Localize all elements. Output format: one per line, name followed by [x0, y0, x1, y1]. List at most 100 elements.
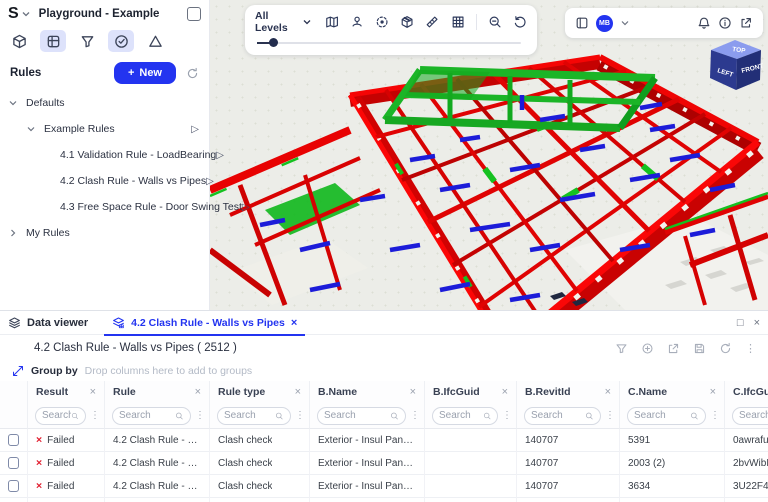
- app-logo[interactable]: S: [8, 5, 19, 23]
- section-cube-icon[interactable]: [400, 14, 414, 30]
- tab-clash-rule[interactable]: 4.2 Clash Rule - Walls vs Pipes ×: [104, 311, 305, 335]
- refresh-icon[interactable]: [719, 342, 732, 355]
- table-row[interactable]: ×Failed 4.2 Clash Rule - Walls vs... Cla…: [0, 452, 768, 475]
- column-header-rule-type[interactable]: Rule type×: [210, 381, 310, 403]
- table-row[interactable]: ×Failed 4.2 Clash Rule - Walls vs... Cla…: [0, 429, 768, 452]
- run-rule-icon[interactable]: ▷: [206, 176, 214, 187]
- column-menu-icon[interactable]: ⋮: [90, 410, 100, 421]
- column-header-c-ifcguid[interactable]: C.IfcGuid×: [725, 381, 768, 403]
- reset-view-icon[interactable]: [513, 14, 527, 30]
- navigation-cube[interactable]: TOP LEFT FRONT: [706, 38, 766, 100]
- remove-column-icon[interactable]: ×: [90, 386, 96, 398]
- tree-item-rule-41[interactable]: 4.1 Validation Rule - LoadBearing ▷: [0, 142, 209, 168]
- viewport-toolbar: All Levels: [245, 5, 537, 55]
- new-rule-label: New: [139, 67, 162, 79]
- tree-item-rule-42[interactable]: 4.2 Clash Rule - Walls vs Pipes ▷: [0, 168, 209, 194]
- remove-column-icon[interactable]: ×: [195, 386, 201, 398]
- add-circle-icon[interactable]: [641, 342, 654, 355]
- column-header-b-revitid[interactable]: B.RevitId ×: [517, 381, 620, 403]
- collapse-panel-icon[interactable]: [187, 7, 201, 21]
- remove-column-icon[interactable]: ×: [295, 386, 301, 398]
- remove-column-icon[interactable]: ×: [710, 386, 716, 398]
- column-label: B.RevitId: [525, 386, 571, 398]
- info-icon[interactable]: [718, 16, 732, 30]
- search-pill: [317, 407, 406, 425]
- column-menu-icon[interactable]: ⋮: [605, 410, 615, 421]
- tree-item-my-rules[interactable]: My Rules: [0, 220, 209, 246]
- new-rule-button[interactable]: + New: [114, 62, 176, 84]
- chevron-down-icon[interactable]: [21, 9, 31, 19]
- maximize-panel-icon[interactable]: □: [737, 317, 744, 329]
- layout-tab-button[interactable]: [40, 30, 66, 52]
- zoom-icon[interactable]: [488, 14, 502, 30]
- row-checkbox[interactable]: [8, 457, 19, 469]
- column-menu-icon[interactable]: ⋮: [195, 410, 205, 421]
- search-icon: [390, 411, 399, 421]
- slider-track[interactable]: [257, 42, 521, 44]
- column-header-b-name[interactable]: B.Name×: [310, 381, 425, 403]
- more-options-icon[interactable]: ⋮: [745, 342, 756, 355]
- column-label: Result: [36, 386, 68, 398]
- search-input-b-name[interactable]: [324, 410, 390, 421]
- filter-tab-button[interactable]: [74, 30, 100, 52]
- slider-handle[interactable]: [269, 38, 278, 47]
- save-icon[interactable]: [693, 342, 706, 355]
- column-menu-icon[interactable]: ⋮: [710, 410, 720, 421]
- focus-icon[interactable]: [375, 14, 389, 30]
- c-name-value: 5391: [628, 435, 650, 446]
- column-menu-icon[interactable]: ⋮: [410, 410, 420, 421]
- column-header-result[interactable]: Result ×: [28, 381, 105, 403]
- close-panel-icon[interactable]: ×: [754, 317, 760, 329]
- filter-icon[interactable]: [615, 342, 628, 355]
- search-input-b-revitid[interactable]: [531, 410, 585, 421]
- orbit-icon[interactable]: [350, 14, 364, 30]
- close-tab-icon[interactable]: ×: [291, 317, 297, 329]
- run-rule-icon[interactable]: ▷: [191, 124, 199, 135]
- models-tab-button[interactable]: [6, 30, 32, 52]
- run-rule-icon[interactable]: ▷: [216, 150, 224, 161]
- search-input-rule[interactable]: [119, 410, 175, 421]
- search-input-b-ifcguid[interactable]: [439, 410, 483, 421]
- rule-value: 4.2 Clash Rule - Walls vs...: [113, 435, 201, 446]
- column-header-b-ifcguid[interactable]: B.IfcGuid×: [425, 381, 517, 403]
- notifications-bell-icon[interactable]: [697, 16, 711, 30]
- share-icon[interactable]: [739, 16, 753, 30]
- search-pill: [112, 407, 191, 425]
- tree-label: 4.2 Clash Rule - Walls vs Pipes: [60, 175, 206, 187]
- tree-item-defaults[interactable]: Defaults: [0, 90, 209, 116]
- rules-tab-button[interactable]: [108, 30, 134, 52]
- tree-item-example-rules[interactable]: Example Rules ▷: [0, 116, 209, 142]
- refresh-rules-icon[interactable]: [186, 67, 199, 80]
- row-checkbox[interactable]: [8, 434, 19, 446]
- export-icon[interactable]: [667, 342, 680, 355]
- column-menu-icon[interactable]: ⋮: [502, 410, 512, 421]
- panel-toggle-icon[interactable]: [575, 16, 589, 30]
- issues-tab-button[interactable]: [142, 30, 168, 52]
- search-pill: [432, 407, 498, 425]
- remove-column-icon[interactable]: ×: [502, 386, 508, 398]
- measure-icon[interactable]: [425, 14, 439, 30]
- column-header-c-name[interactable]: C.Name×: [620, 381, 725, 403]
- remove-column-icon[interactable]: ×: [410, 386, 416, 398]
- grid-icon[interactable]: [451, 14, 465, 30]
- search-input-rule-type[interactable]: [224, 410, 275, 421]
- search-input-c-name[interactable]: [634, 410, 690, 421]
- search-input-c-ifcguid[interactable]: [739, 410, 768, 421]
- map-icon[interactable]: [325, 14, 339, 30]
- row-checkbox[interactable]: [8, 480, 19, 492]
- avatar[interactable]: MB: [596, 15, 613, 32]
- table-row[interactable]: ×Failed 4.2 Clash Rule - Walls vs... Cla…: [0, 475, 768, 498]
- column-menu-icon[interactable]: ⋮: [295, 410, 305, 421]
- run-rule-icon[interactable]: ▷: [242, 202, 250, 213]
- tree-item-rule-43[interactable]: 4.3 Free Space Rule - Door Swing Test ▷: [0, 194, 209, 220]
- search-icon: [483, 411, 491, 421]
- group-by-bar[interactable]: Group by Drop columns here to add to gro…: [0, 361, 768, 381]
- rule-value: 4.2 Clash Rule - Walls vs...: [113, 458, 201, 469]
- result-value: Failed: [47, 481, 74, 492]
- column-header-rule[interactable]: Rule×: [105, 381, 210, 403]
- chevron-down-icon[interactable]: [620, 18, 630, 28]
- levels-dropdown[interactable]: All Levels: [255, 10, 312, 34]
- table-row[interactable]: [0, 498, 768, 502]
- remove-column-icon[interactable]: ×: [605, 386, 611, 398]
- search-input-result[interactable]: [42, 410, 71, 421]
